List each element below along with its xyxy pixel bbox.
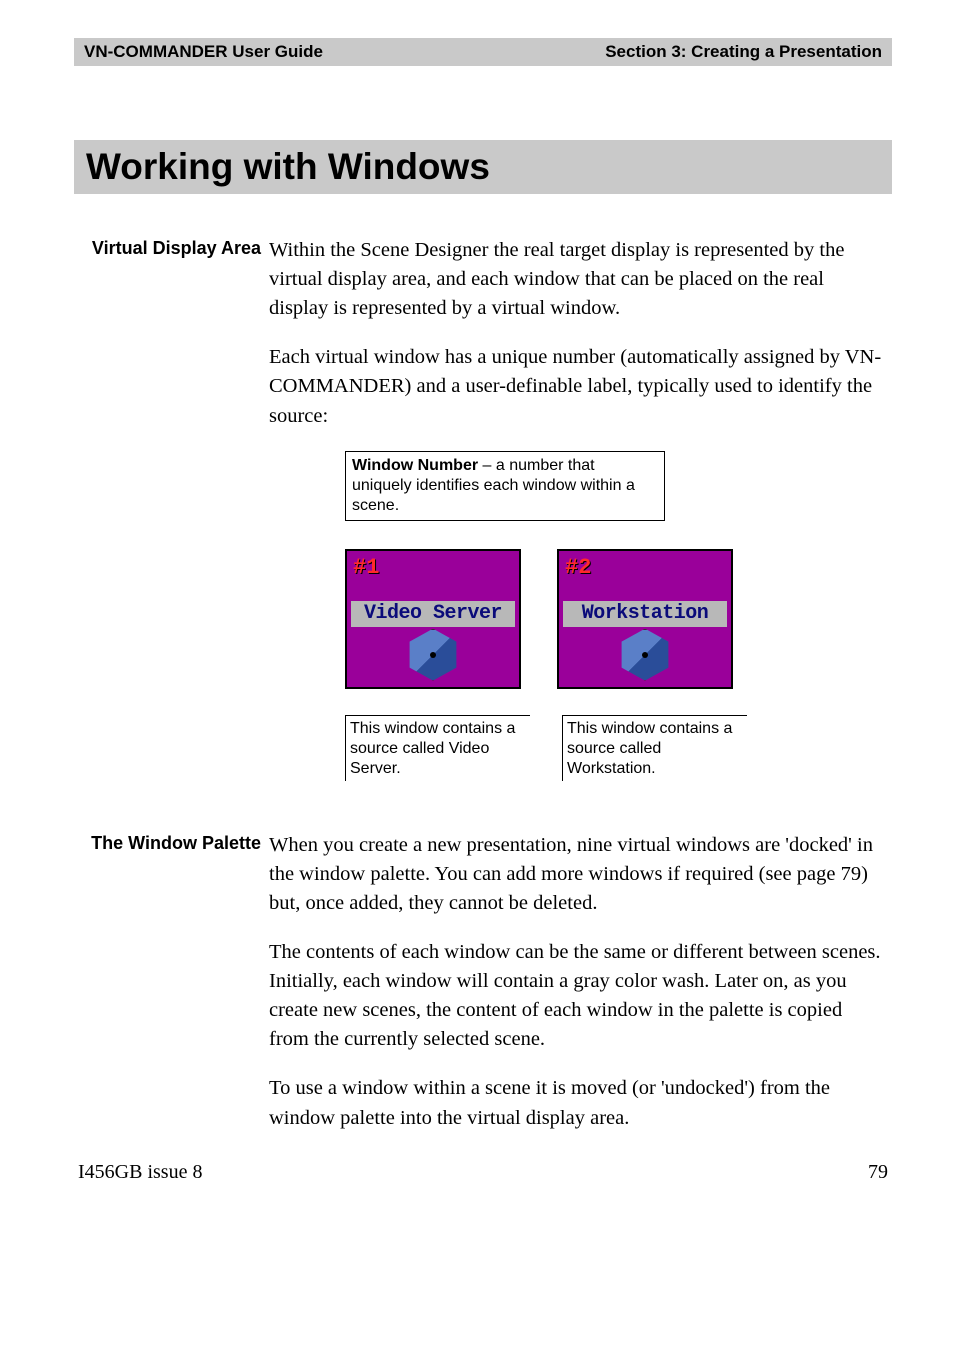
page-header: VN-COMMANDER User Guide Section 3: Creat… bbox=[74, 38, 892, 66]
window-number-badge: #2 bbox=[565, 555, 591, 580]
header-left: VN-COMMANDER User Guide bbox=[84, 42, 323, 62]
thumb-caption: This window contains a source called Wor… bbox=[562, 715, 747, 781]
body-text: The contents of each window can be the s… bbox=[269, 938, 882, 1054]
callout-bold: Window Number bbox=[352, 457, 478, 474]
side-label-palette: The Window Palette bbox=[74, 831, 269, 854]
window-source-label: Workstation bbox=[563, 601, 727, 627]
body-text: When you create a new presentation, nine… bbox=[269, 831, 882, 918]
footer-left: I456GB issue 8 bbox=[78, 1161, 202, 1184]
cube-icon bbox=[619, 629, 671, 681]
cube-icon bbox=[407, 629, 459, 681]
virtual-window-thumb: #1 Video Server bbox=[345, 549, 521, 689]
body-text: Within the Scene Designer the real targe… bbox=[269, 236, 882, 323]
body-text: Each virtual window has a unique number … bbox=[269, 343, 882, 430]
side-label-vda: Virtual Display Area bbox=[74, 236, 269, 259]
page-footer: I456GB issue 8 79 bbox=[74, 1161, 892, 1184]
body-text: To use a window within a scene it is mov… bbox=[269, 1074, 882, 1132]
thumb-caption: This window contains a source called Vid… bbox=[345, 715, 530, 781]
window-source-label: Video Server bbox=[351, 601, 515, 627]
footer-page-number: 79 bbox=[868, 1161, 888, 1184]
figure: Window Number – a number that uniquely i… bbox=[269, 451, 892, 781]
window-number-badge: #1 bbox=[353, 555, 379, 580]
header-right: Section 3: Creating a Presentation bbox=[605, 42, 882, 62]
virtual-window-thumb: #2 Workstation bbox=[557, 549, 733, 689]
section-heading: Working with Windows bbox=[74, 140, 892, 194]
callout-window-number: Window Number – a number that uniquely i… bbox=[345, 451, 665, 521]
